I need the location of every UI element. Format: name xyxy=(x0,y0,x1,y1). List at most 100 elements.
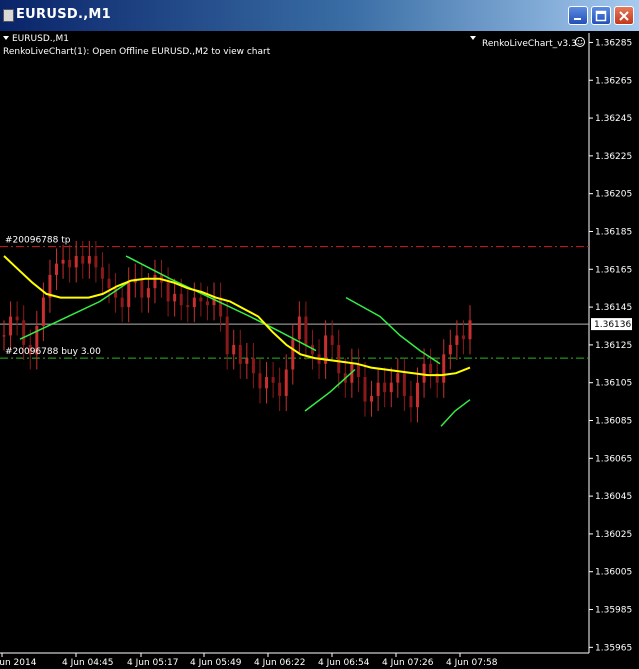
candle-body xyxy=(61,259,65,264)
price-tick-label: 1.36185 xyxy=(595,227,632,237)
price-tick-label: 1.36145 xyxy=(595,303,632,313)
candle-body xyxy=(356,363,360,378)
current-price-text: 1.36136 xyxy=(594,320,631,330)
chart-menu-triangle-icon[interactable] xyxy=(3,36,9,40)
price-tick-label: 1.36245 xyxy=(595,114,632,124)
candle-body xyxy=(179,293,183,306)
candle-body xyxy=(429,363,433,374)
price-tick-label: 1.36225 xyxy=(595,152,632,162)
candle-body xyxy=(251,358,255,374)
candle-body xyxy=(9,316,13,336)
price-tick-label: 1.36065 xyxy=(595,454,632,464)
candle-body xyxy=(127,282,131,308)
candle-body xyxy=(448,344,452,355)
price-tick-label: 1.36205 xyxy=(595,190,632,200)
candle-body xyxy=(442,354,446,383)
chart-window-icon[interactable] xyxy=(3,9,14,22)
candle-body xyxy=(422,363,426,383)
candle-body xyxy=(140,278,144,298)
candle-body xyxy=(120,297,124,308)
green-ma-layer xyxy=(19,255,471,427)
candle-body xyxy=(370,395,374,402)
time-tick-label: 4 Jun 07:58 xyxy=(446,658,498,668)
order-line-label: #20096788 buy 3.00 xyxy=(5,347,101,357)
price-axis: 1.36285 1.36265 1.36245 1.36225 1.36205 1.361… xyxy=(589,38,632,653)
green-ma-segment xyxy=(304,368,356,412)
price-tick-label: 1.36105 xyxy=(595,379,632,389)
maximize-button[interactable] xyxy=(591,6,611,25)
price-tick-label: 1.36265 xyxy=(595,76,632,86)
candle-body xyxy=(415,382,419,408)
candle-body xyxy=(291,339,295,370)
candle-body xyxy=(232,344,236,355)
chart-area[interactable]: 1.36285 1.36265 1.36245 1.36225 1.36205 1.361… xyxy=(0,33,639,669)
chart-window: EURUSD.,M1 1.36285 1.36265 1.36245 1.36225 1… xyxy=(0,0,639,669)
green-ma-segment xyxy=(440,399,471,427)
candle-body xyxy=(173,293,177,302)
candle-body xyxy=(225,316,229,355)
price-tick-label: 1.35965 xyxy=(595,643,632,653)
time-tick-label: 4 Jun 04:45 xyxy=(62,658,113,668)
candle-body xyxy=(153,274,157,289)
time-tick-label: 4 Jun 05:49 xyxy=(190,658,242,668)
expert-menu-triangle-icon[interactable] xyxy=(470,36,476,40)
candle-body xyxy=(245,358,249,364)
candle-body xyxy=(146,288,150,298)
time-tick-label: 4 Jun 06:22 xyxy=(254,658,305,668)
price-tick-label: 1.36285 xyxy=(595,38,632,48)
candle-body xyxy=(376,382,380,396)
candle-body xyxy=(258,373,262,389)
title-bar[interactable]: EURUSD.,M1 xyxy=(0,0,639,31)
candle-body xyxy=(363,377,367,402)
candle-body xyxy=(396,373,400,383)
smiley-icon[interactable] xyxy=(575,37,585,47)
price-tick-label: 1.36165 xyxy=(595,265,632,275)
candle-body xyxy=(2,335,6,337)
candle-body xyxy=(199,297,203,302)
candle-body xyxy=(265,377,269,389)
window-title: EURUSD.,M1 xyxy=(16,7,112,22)
candle-body xyxy=(81,256,85,264)
close-button[interactable] xyxy=(614,6,634,25)
candle-body xyxy=(284,369,288,396)
candle-body xyxy=(304,316,308,345)
price-tick-label: 1.36025 xyxy=(595,530,632,540)
candle-body xyxy=(461,335,465,340)
candle-body xyxy=(68,259,72,268)
candle-body xyxy=(166,282,170,302)
candle-body xyxy=(186,305,190,308)
candle-body xyxy=(55,263,59,275)
candle-body xyxy=(192,297,196,308)
time-tick-label: 4 Jun 2014 xyxy=(0,658,37,668)
candle-body xyxy=(383,382,387,393)
time-tick-label: 4 Jun 07:26 xyxy=(382,658,434,668)
candle-body xyxy=(94,256,98,268)
candle-body xyxy=(100,267,104,279)
candle-body xyxy=(278,382,282,396)
candle-body xyxy=(402,373,406,396)
candles-layer xyxy=(2,240,472,423)
candle-body xyxy=(15,316,19,321)
price-tick-label: 1.35985 xyxy=(595,606,632,616)
price-chart[interactable]: 1.36285 1.36265 1.36245 1.36225 1.36205 1.361… xyxy=(0,33,639,669)
candle-body xyxy=(205,301,209,306)
candle-body xyxy=(22,320,26,345)
candle-body xyxy=(271,377,275,383)
candle-body xyxy=(330,335,334,345)
candle-body xyxy=(87,256,91,264)
price-tick-label: 1.36045 xyxy=(595,492,632,502)
candle-body xyxy=(409,395,413,408)
price-tick-label: 1.36125 xyxy=(595,341,632,351)
minimize-button[interactable] xyxy=(568,6,588,25)
green-ma-segment xyxy=(345,296,441,365)
candle-body xyxy=(238,344,242,364)
candle-body xyxy=(389,382,393,393)
price-tick-label: 1.36085 xyxy=(595,417,632,427)
candle-body xyxy=(297,316,301,340)
tp-line-label: #20096788 tp xyxy=(5,236,71,246)
indicator-status-text: RenkoLiveChart(1): Open Offline EURUSD.,… xyxy=(3,47,271,57)
candle-body xyxy=(337,344,341,374)
yellow-moving-average xyxy=(3,255,471,377)
candle-body xyxy=(455,335,459,345)
price-tick-label: 1.36005 xyxy=(595,568,632,578)
